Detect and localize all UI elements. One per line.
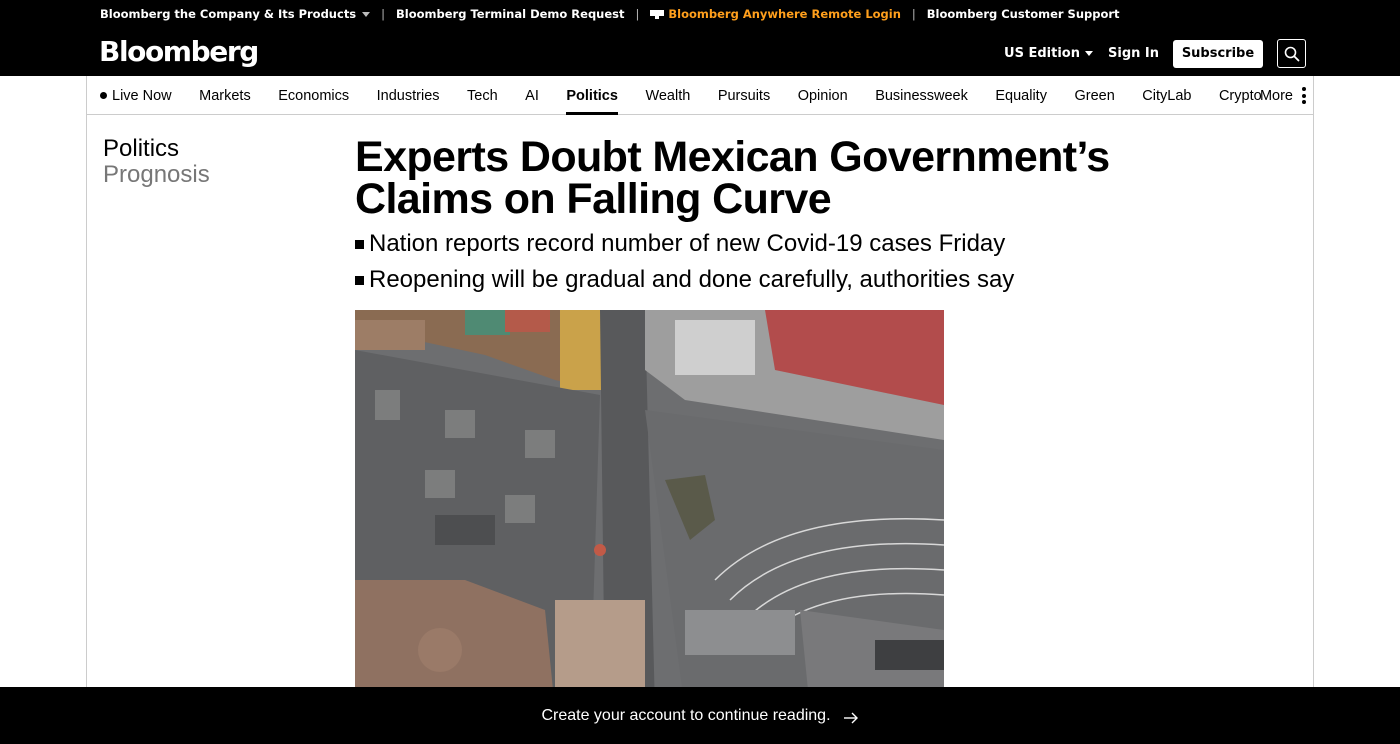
article-summary: Nation reports record number of new Covi… <box>355 226 1014 298</box>
utility-bar: Bloomberg the Company & Its Products | B… <box>100 7 1120 21</box>
search-icon <box>1284 46 1299 61</box>
nav-item-citylab[interactable]: CityLab <box>1142 76 1191 115</box>
bloomberg-logo[interactable]: Bloomberg <box>99 35 259 69</box>
terminal-demo-link[interactable]: Bloomberg Terminal Demo Request <box>396 7 624 21</box>
summary-text: Reopening will be gradual and done caref… <box>369 266 1015 293</box>
aerial-city-photo <box>355 310 944 710</box>
nav-item-equality[interactable]: Equality <box>995 76 1047 115</box>
nav-item-businessweek[interactable]: Businessweek <box>875 76 968 115</box>
nav-item-economics[interactable]: Economics <box>278 76 349 115</box>
edition-selector[interactable]: US Edition <box>1004 46 1093 61</box>
edition-label: US Edition <box>1004 46 1080 61</box>
nav-item-ai[interactable]: AI <box>525 76 539 115</box>
summary-bullet: Reopening will be gradual and done caref… <box>355 262 1014 298</box>
summary-text: Nation reports record number of new Covi… <box>369 230 1006 257</box>
section-link[interactable]: Politics <box>103 135 210 162</box>
bullet-square-icon <box>355 240 364 249</box>
subscribe-button[interactable]: Subscribe <box>1173 39 1263 68</box>
subsection-link[interactable]: Prognosis <box>103 162 210 188</box>
anywhere-login-link[interactable]: Bloomberg Anywhere Remote Login <box>668 7 901 21</box>
nav-item-crypto[interactable]: Crypto <box>1219 76 1262 115</box>
nav-item-green[interactable]: Green <box>1074 76 1114 115</box>
nav-more-label: More <box>1259 87 1293 104</box>
terminal-icon <box>650 9 665 19</box>
company-products-link[interactable]: Bloomberg the Company & Its Products <box>100 7 356 21</box>
live-dot-icon <box>100 92 107 99</box>
banner-text: Create your account to continue reading. <box>541 706 831 724</box>
nav-item-wealth[interactable]: Wealth <box>645 76 690 115</box>
nav-item-live-now[interactable]: Live Now <box>100 76 172 115</box>
nav-item-label: Live Now <box>112 87 172 104</box>
caret-down-icon <box>1085 51 1093 56</box>
nav-item-markets[interactable]: Markets <box>199 76 251 115</box>
registration-banner[interactable]: Create your account to continue reading. <box>0 687 1400 744</box>
article-headline: Experts Doubt Mexican Government’s Claim… <box>355 133 1110 223</box>
arrow-right-icon <box>843 712 858 723</box>
hero-image <box>355 310 944 710</box>
nav-item-tech[interactable]: Tech <box>467 76 498 115</box>
article-section-label: Politics Prognosis <box>103 135 210 188</box>
nav-item-pursuits[interactable]: Pursuits <box>718 76 770 115</box>
nav-item-industries[interactable]: Industries <box>377 76 440 115</box>
nav-more-button[interactable]: More <box>1260 76 1306 115</box>
sign-in-link[interactable]: Sign In <box>1108 46 1159 61</box>
bullet-square-icon <box>355 276 364 285</box>
masthead: Bloomberg the Company & Its Products | B… <box>0 0 1400 76</box>
search-button[interactable] <box>1277 39 1306 68</box>
caret-down-icon[interactable] <box>362 11 371 17</box>
nav-item-opinion[interactable]: Opinion <box>798 76 848 115</box>
customer-support-link[interactable]: Bloomberg Customer Support <box>927 7 1120 21</box>
divider: | <box>381 7 386 21</box>
summary-bullet: Nation reports record number of new Covi… <box>355 226 1014 262</box>
section-nav: Live Now Markets Economics Industries Te… <box>86 76 1314 115</box>
nav-item-politics[interactable]: Politics <box>566 76 618 115</box>
divider: | <box>635 7 640 21</box>
account-nav: US Edition Sign In Subscribe <box>1004 39 1306 68</box>
kebab-menu-icon <box>1302 87 1306 104</box>
divider: | <box>911 7 916 21</box>
